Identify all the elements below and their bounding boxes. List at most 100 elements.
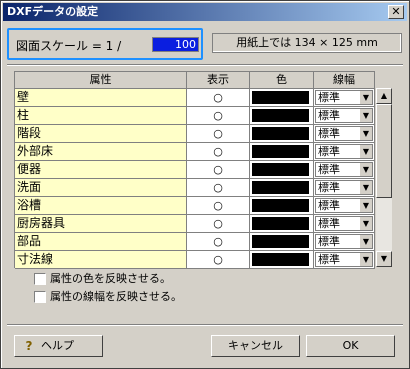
scroll-up-button[interactable]: ▲ xyxy=(376,88,392,104)
linewidth-select[interactable]: 標準 ▼ xyxy=(315,90,373,105)
attr-cell[interactable]: 浴槽 xyxy=(15,197,187,215)
show-toggle[interactable]: ○ xyxy=(187,197,250,215)
show-toggle[interactable]: ○ xyxy=(187,179,250,197)
dropdown-arrow-icon[interactable]: ▼ xyxy=(359,91,372,104)
dropdown-arrow-icon[interactable]: ▼ xyxy=(359,181,372,194)
scroll-thumb[interactable] xyxy=(376,104,392,198)
attr-cell[interactable]: 外部床 xyxy=(15,143,187,161)
help-button[interactable]: ? ヘルプ xyxy=(14,335,103,357)
color-swatch[interactable] xyxy=(252,109,309,122)
dropdown-arrow-icon[interactable]: ▼ xyxy=(359,235,372,248)
color-cell[interactable] xyxy=(250,143,314,161)
color-swatch[interactable] xyxy=(252,181,309,194)
dropdown-arrow-icon[interactable]: ▼ xyxy=(359,253,372,266)
header-attr[interactable]: 属性 xyxy=(15,72,187,89)
linewidth-cell: 標準 ▼ xyxy=(314,89,375,107)
table-row[interactable]: 外部床 ○ 標準 ▼ xyxy=(15,143,375,161)
attr-cell[interactable]: 寸法線 xyxy=(15,251,187,269)
linewidth-cell: 標準 ▼ xyxy=(314,251,375,269)
color-swatch[interactable] xyxy=(252,235,309,248)
linewidth-select[interactable]: 標準 ▼ xyxy=(315,162,373,177)
reflect-color-label[interactable]: 属性の色を反映させる。 xyxy=(50,272,171,286)
color-swatch[interactable] xyxy=(252,145,309,158)
dropdown-arrow-icon[interactable]: ▼ xyxy=(359,145,372,158)
show-toggle[interactable]: ○ xyxy=(187,215,250,233)
scroll-down-button[interactable]: ▼ xyxy=(376,251,392,267)
color-swatch[interactable] xyxy=(252,199,309,212)
show-toggle[interactable]: ○ xyxy=(187,251,250,269)
table-row[interactable]: 階段 ○ 標準 ▼ xyxy=(15,125,375,143)
linewidth-value: 標準 xyxy=(318,253,340,266)
color-cell[interactable] xyxy=(250,125,314,143)
linewidth-value: 標準 xyxy=(318,145,340,158)
color-cell[interactable] xyxy=(250,89,314,107)
dropdown-arrow-icon[interactable]: ▼ xyxy=(359,109,372,122)
attr-cell[interactable]: 階段 xyxy=(15,125,187,143)
color-swatch[interactable] xyxy=(252,253,309,266)
table-row[interactable]: 洗面 ○ 標準 ▼ xyxy=(15,179,375,197)
table-row[interactable]: 便器 ○ 標準 ▼ xyxy=(15,161,375,179)
show-toggle[interactable]: ○ xyxy=(187,233,250,251)
reflect-color-option[interactable]: 属性の色を反映させる。 xyxy=(34,272,374,286)
table-row[interactable]: 厨房器具 ○ 標準 ▼ xyxy=(15,215,375,233)
color-swatch[interactable] xyxy=(252,91,309,104)
color-cell[interactable] xyxy=(250,251,314,269)
reflect-linewidth-checkbox[interactable] xyxy=(34,291,46,303)
show-toggle[interactable]: ○ xyxy=(187,89,250,107)
linewidth-select[interactable]: 標準 ▼ xyxy=(315,126,373,141)
linewidth-select[interactable]: 標準 ▼ xyxy=(315,252,373,267)
color-cell[interactable] xyxy=(250,197,314,215)
reflect-linewidth-option[interactable]: 属性の線幅を反映させる。 xyxy=(34,290,374,304)
linewidth-select[interactable]: 標準 ▼ xyxy=(315,234,373,249)
attr-cell[interactable]: 部品 xyxy=(15,233,187,251)
linewidth-cell: 標準 ▼ xyxy=(314,215,375,233)
attr-cell[interactable]: 便器 xyxy=(15,161,187,179)
table-row[interactable]: 柱 ○ 標準 ▼ xyxy=(15,107,375,125)
linewidth-cell: 標準 ▼ xyxy=(314,161,375,179)
dropdown-arrow-icon[interactable]: ▼ xyxy=(359,163,372,176)
table-scrollbar[interactable]: ▲ ▼ xyxy=(376,88,392,267)
header-show[interactable]: 表示 xyxy=(187,72,250,89)
color-swatch[interactable] xyxy=(252,163,309,176)
color-cell[interactable] xyxy=(250,161,314,179)
color-cell[interactable] xyxy=(250,107,314,125)
color-swatch[interactable] xyxy=(252,217,309,230)
header-color[interactable]: 色 xyxy=(250,72,314,89)
divider xyxy=(7,324,403,326)
attr-cell[interactable]: 洗面 xyxy=(15,179,187,197)
linewidth-select[interactable]: 標準 ▼ xyxy=(315,180,373,195)
linewidth-select[interactable]: 標準 ▼ xyxy=(315,198,373,213)
table-row[interactable]: 壁 ○ 標準 ▼ xyxy=(15,89,375,107)
attr-cell[interactable]: 壁 xyxy=(15,89,187,107)
ok-button[interactable]: OK xyxy=(306,335,395,357)
linewidth-select[interactable]: 標準 ▼ xyxy=(315,216,373,231)
color-cell[interactable] xyxy=(250,179,314,197)
dropdown-arrow-icon[interactable]: ▼ xyxy=(359,217,372,230)
color-swatch[interactable] xyxy=(252,127,309,140)
linewidth-value: 標準 xyxy=(318,217,340,230)
title-bar[interactable]: DXFデータの設定 ✕ xyxy=(3,3,407,21)
table-row[interactable]: 寸法線 ○ 標準 ▼ xyxy=(15,251,375,269)
scale-input[interactable]: 100 xyxy=(152,37,199,52)
table-row[interactable]: 部品 ○ 標準 ▼ xyxy=(15,233,375,251)
reflect-linewidth-label[interactable]: 属性の線幅を反映させる。 xyxy=(50,290,182,304)
color-cell[interactable] xyxy=(250,215,314,233)
header-linewidth[interactable]: 線幅 xyxy=(314,72,375,89)
close-button[interactable]: ✕ xyxy=(388,5,404,19)
show-toggle[interactable]: ○ xyxy=(187,143,250,161)
show-toggle[interactable]: ○ xyxy=(187,125,250,143)
dropdown-arrow-icon[interactable]: ▼ xyxy=(359,127,372,140)
attr-cell[interactable]: 厨房器具 xyxy=(15,215,187,233)
reflect-color-checkbox[interactable] xyxy=(34,273,46,285)
dropdown-arrow-icon[interactable]: ▼ xyxy=(359,199,372,212)
show-toggle[interactable]: ○ xyxy=(187,107,250,125)
cancel-button[interactable]: キャンセル xyxy=(211,335,300,357)
linewidth-select[interactable]: 標準 ▼ xyxy=(315,144,373,159)
linewidth-cell: 標準 ▼ xyxy=(314,107,375,125)
linewidth-select[interactable]: 標準 ▼ xyxy=(315,108,373,123)
color-cell[interactable] xyxy=(250,233,314,251)
show-toggle[interactable]: ○ xyxy=(187,161,250,179)
attr-cell[interactable]: 柱 xyxy=(15,107,187,125)
table-row[interactable]: 浴槽 ○ 標準 ▼ xyxy=(15,197,375,215)
linewidth-cell: 標準 ▼ xyxy=(314,143,375,161)
